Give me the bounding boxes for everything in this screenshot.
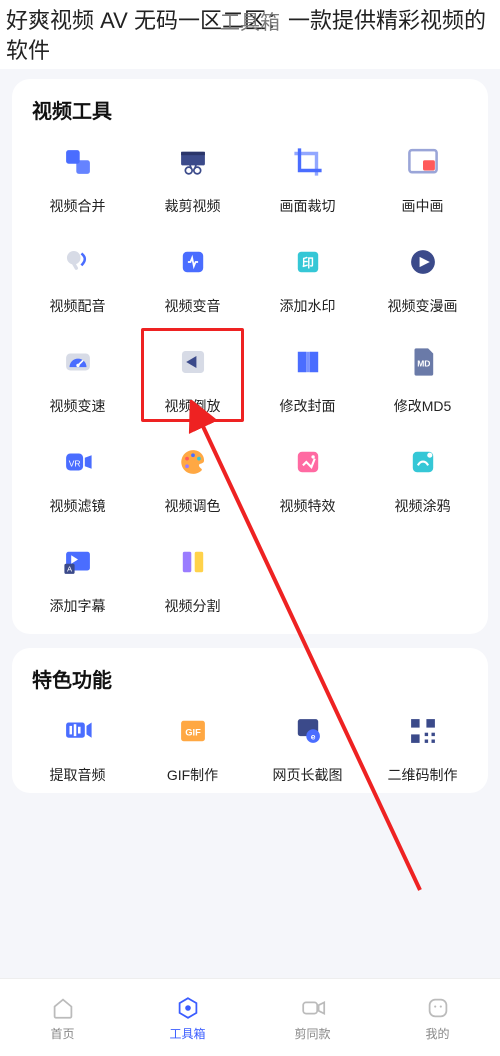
tab-label: 首页 <box>50 1025 74 1042</box>
tool-label: 视频倒放 <box>165 396 221 416</box>
tool-add-subtitle[interactable]: A 添加字幕 <box>22 538 133 616</box>
tool-to-comic[interactable]: 视频变漫画 <box>367 238 478 316</box>
tool-change-speed[interactable]: 视频变速 <box>22 338 133 416</box>
tool-reverse-video[interactable]: 视频倒放 <box>137 338 248 416</box>
toolbox-icon <box>174 994 202 1022</box>
tab-label: 我的 <box>425 1025 449 1042</box>
svg-text:MD: MD <box>417 359 430 369</box>
video-tools-title: 视频工具 <box>32 95 472 124</box>
tab-label: 工具箱 <box>169 1025 205 1042</box>
tool-label: 修改MD5 <box>394 396 452 416</box>
comic-icon <box>399 238 447 286</box>
cover-icon <box>284 338 332 386</box>
svg-text:e: e <box>310 732 315 742</box>
split-icon <box>169 538 217 586</box>
tool-label: 画面裁切 <box>280 196 336 216</box>
tool-label: 视频滤镜 <box>50 496 106 516</box>
home-icon <box>49 994 77 1022</box>
tool-pip[interactable]: 画中画 <box>367 138 478 216</box>
tool-label: 视频涂鸦 <box>395 496 451 516</box>
speed-icon <box>54 338 102 386</box>
svg-text:GIF: GIF <box>185 728 201 738</box>
special-panel: 特色功能 提取音频 GIF GIF制作 e 网页长截图 二维码制作 <box>12 648 488 793</box>
tool-label: 裁剪视频 <box>165 196 221 216</box>
pip-icon <box>399 138 447 186</box>
fx-icon <box>284 438 332 486</box>
change-voice-icon <box>169 238 217 286</box>
trim-video-icon <box>169 138 217 186</box>
tool-merge-video[interactable]: 视频合并 <box>22 138 133 216</box>
merge-video-icon <box>54 138 102 186</box>
reverse-icon <box>169 338 217 386</box>
svg-text:A: A <box>66 565 72 574</box>
tool-long-screenshot[interactable]: e 网页长截图 <box>252 707 363 785</box>
tool-label: 画中画 <box>402 196 444 216</box>
special-title: 特色功能 <box>32 664 472 693</box>
tool-label: GIF制作 <box>167 765 218 785</box>
crop-frame-icon <box>284 138 332 186</box>
tool-change-voice[interactable]: 视频变音 <box>137 238 248 316</box>
tab-toolbox[interactable]: 工具箱 <box>125 979 250 1056</box>
camera-icon <box>299 994 327 1022</box>
tool-label: 视频变漫画 <box>388 296 458 316</box>
tool-label: 视频调色 <box>165 496 221 516</box>
tab-home[interactable]: 首页 <box>0 979 125 1056</box>
filter-icon: VR <box>54 438 102 486</box>
special-grid: 提取音频 GIF GIF制作 e 网页长截图 二维码制作 <box>22 707 478 785</box>
svg-text:印: 印 <box>302 256 314 270</box>
page-header-text: 好爽视频 AV 无码一区二区：一款提供精彩视频的软件 <box>0 0 500 69</box>
tool-video-filter[interactable]: VR 视频滤镜 <box>22 438 133 516</box>
tool-add-watermark[interactable]: 印 添加水印 <box>252 238 363 316</box>
video-tools-panel: 视频工具 视频合并 裁剪视频 画面裁切 画中画 <box>12 79 488 634</box>
tool-make-gif[interactable]: GIF GIF制作 <box>137 707 248 785</box>
md5-icon: MD <box>399 338 447 386</box>
color-icon <box>169 438 217 486</box>
tool-label: 二维码制作 <box>388 765 458 785</box>
video-tools-grid: 视频合并 裁剪视频 画面裁切 画中画 视频配音 <box>22 138 478 616</box>
tool-dub-video[interactable]: 视频配音 <box>22 238 133 316</box>
tool-make-qrcode[interactable]: 二维码制作 <box>367 707 478 785</box>
tool-trim-video[interactable]: 裁剪视频 <box>137 138 248 216</box>
tool-change-cover[interactable]: 修改封面 <box>252 338 363 416</box>
tool-label: 添加字幕 <box>50 596 106 616</box>
tool-color-adjust[interactable]: 视频调色 <box>137 438 248 516</box>
tool-video-fx[interactable]: 视频特效 <box>252 438 363 516</box>
extract-audio-icon <box>54 707 102 755</box>
tool-label: 网页长截图 <box>273 765 343 785</box>
tool-split-video[interactable]: 视频分割 <box>137 538 248 616</box>
tool-extract-audio[interactable]: 提取音频 <box>22 707 133 785</box>
tool-crop-frame[interactable]: 画面裁切 <box>252 138 363 216</box>
gif-icon: GIF <box>169 707 217 755</box>
tool-label: 视频合并 <box>50 196 106 216</box>
dub-video-icon <box>54 238 102 286</box>
doodle-icon <box>399 438 447 486</box>
long-screenshot-icon: e <box>284 707 332 755</box>
tab-label: 剪同款 <box>294 1025 330 1042</box>
profile-icon <box>424 994 452 1022</box>
tool-label: 视频分割 <box>165 596 221 616</box>
qrcode-icon <box>399 707 447 755</box>
bottom-tabbar: 首页 工具箱 剪同款 我的 <box>0 978 500 1056</box>
tool-change-md5[interactable]: MD 修改MD5 <box>367 338 478 416</box>
tool-label: 视频变速 <box>50 396 106 416</box>
watermark-icon: 印 <box>284 238 332 286</box>
tool-label: 修改封面 <box>280 396 336 416</box>
tab-clip-same[interactable]: 剪同款 <box>250 979 375 1056</box>
tool-label: 视频变音 <box>165 296 221 316</box>
subtitle-icon: A <box>54 538 102 586</box>
tool-label: 提取音频 <box>50 765 106 785</box>
svg-text:VR: VR <box>68 459 80 469</box>
tab-mine[interactable]: 我的 <box>375 979 500 1056</box>
tool-label: 添加水印 <box>280 296 336 316</box>
tool-label: 视频特效 <box>280 496 336 516</box>
tool-video-doodle[interactable]: 视频涂鸦 <box>367 438 478 516</box>
tool-label: 视频配音 <box>50 296 106 316</box>
